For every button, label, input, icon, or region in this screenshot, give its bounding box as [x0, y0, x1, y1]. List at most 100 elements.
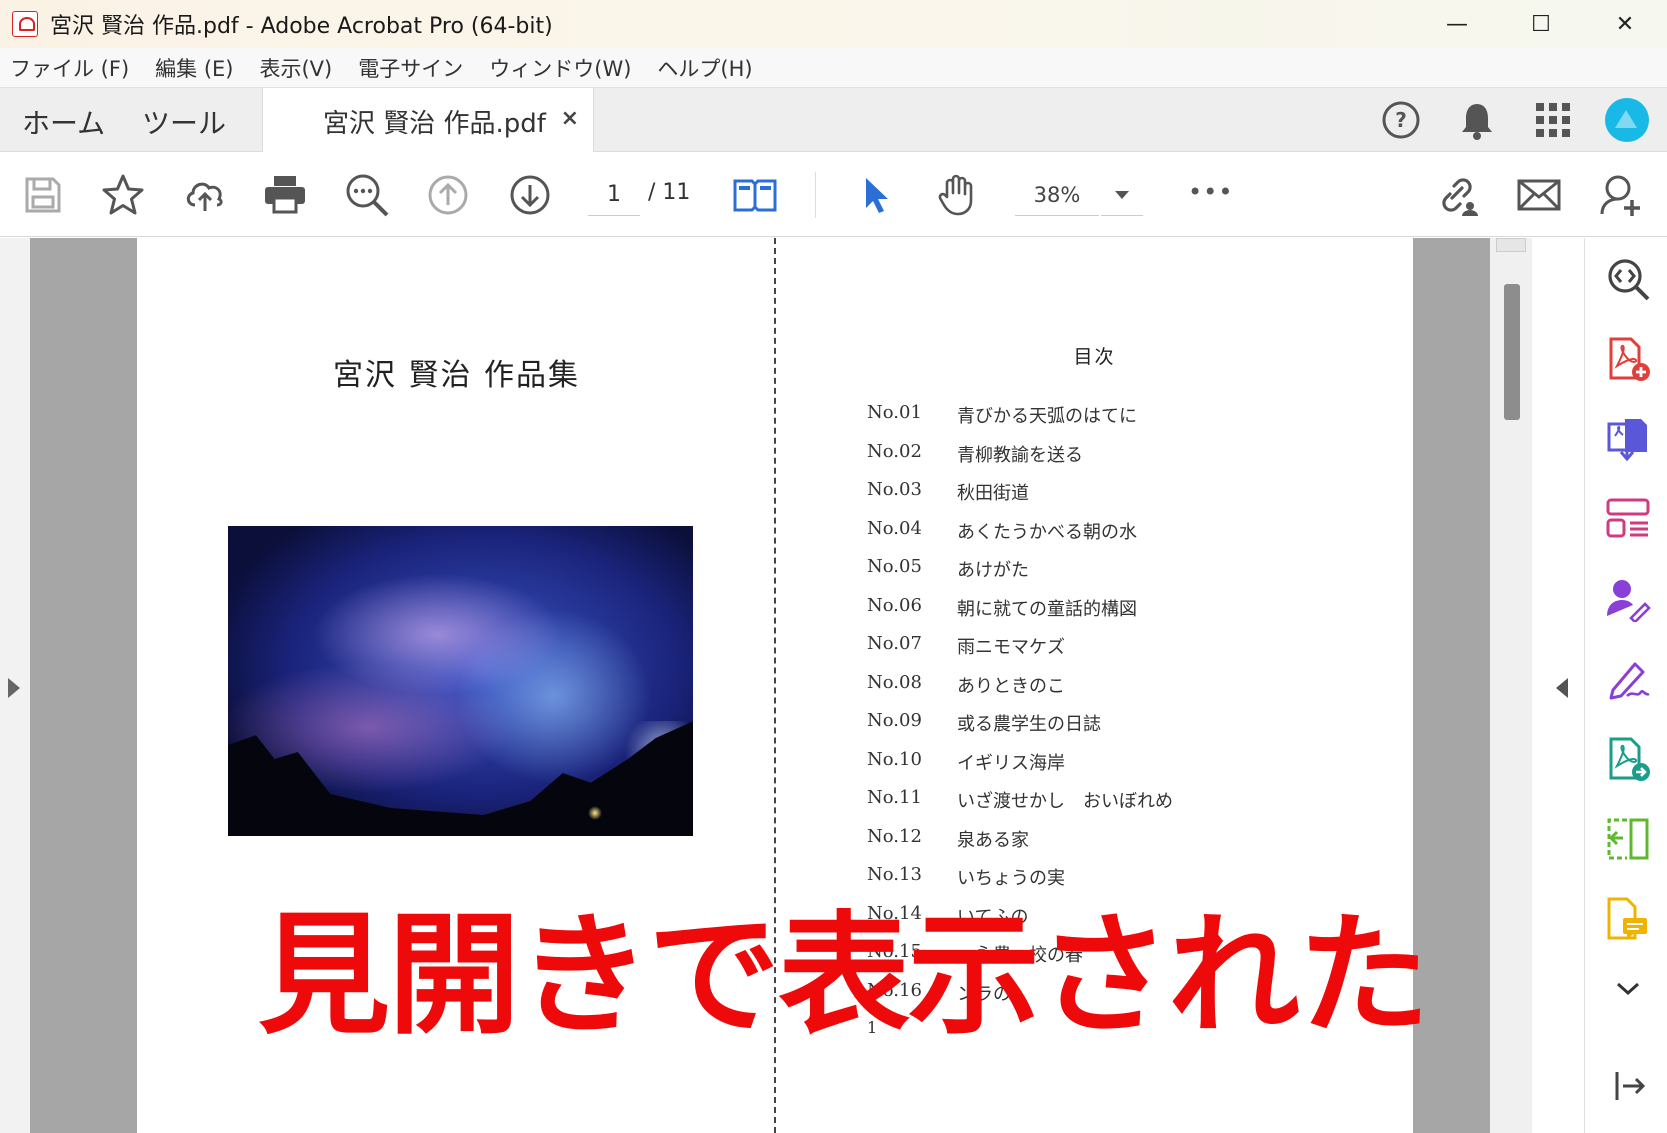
toc-row: No.05 あけがた	[867, 556, 1173, 595]
menu-help[interactable]: ヘルプ(H)	[657, 53, 752, 83]
star-icon[interactable]	[98, 170, 148, 220]
toc-title: 秋田街道	[957, 483, 1029, 504]
save-icon[interactable]	[18, 170, 68, 220]
toc-number: No.04	[867, 517, 922, 539]
compare-files-icon[interactable]	[1605, 816, 1651, 862]
next-page-icon[interactable]	[505, 170, 555, 220]
toc-number: No.03	[867, 479, 922, 500]
bell-icon[interactable]	[1453, 96, 1501, 144]
toc-number: No.06	[867, 594, 922, 616]
toolbar-separator	[815, 172, 816, 218]
expand-left-pane-icon[interactable]	[8, 678, 20, 698]
page-total: / 11	[648, 180, 691, 205]
maximize-button[interactable]: ☐	[1499, 0, 1583, 48]
right-tools-pane	[1584, 238, 1667, 1133]
close-tab-button[interactable]: ×	[561, 106, 579, 131]
cloud-upload-icon[interactable]	[180, 170, 230, 220]
toc-row: No.12 泉ある家	[867, 826, 1173, 865]
toc-title: 青柳教諭を送る	[957, 444, 1083, 466]
toc-row: No.01 青びかる天弧のはてに	[867, 402, 1173, 441]
apps-grid-icon[interactable]	[1529, 96, 1577, 144]
tab-home[interactable]: ホーム	[22, 102, 105, 142]
toc-number: No.11	[867, 787, 922, 808]
email-icon[interactable]	[1514, 170, 1564, 220]
toc-row: No.06 朝に就ての童話的構図	[867, 595, 1173, 634]
menu-esign[interactable]: 電子サイン	[358, 53, 463, 83]
toc-title: 朝に就ての童話的構図	[957, 598, 1137, 620]
scrollbar-thumb[interactable]	[1504, 284, 1520, 420]
toc-row: No.09 或る農学生の日誌	[867, 710, 1173, 749]
close-window-button[interactable]: ✕	[1583, 0, 1667, 48]
toc-row: No.08 ありときのこ	[867, 672, 1173, 711]
send-pdf-icon[interactable]	[1605, 736, 1651, 782]
export-pdf-icon[interactable]	[1605, 416, 1651, 462]
page-number-input[interactable]: 1	[588, 174, 640, 216]
left-nav-collapsed	[0, 238, 30, 1133]
create-pdf-icon[interactable]	[1605, 336, 1651, 382]
zoom-dropdown-icon[interactable]	[1101, 174, 1143, 216]
vertical-scrollbar[interactable]	[1490, 238, 1532, 1133]
toc-number: No.12	[867, 825, 922, 847]
toc-row: No.03 秋田街道	[867, 479, 1173, 518]
menu-view[interactable]: 表示(V)	[259, 53, 332, 83]
toc-number: No.07	[867, 633, 922, 654]
acrobat-pdf-icon	[12, 11, 38, 37]
window-title: 宮沢 賢治 作品.pdf - Adobe Acrobat Pro (64-bit…	[50, 14, 553, 39]
share-link-icon[interactable]	[1432, 170, 1482, 220]
toc-number: No.05	[867, 556, 922, 577]
toc-row: No.07 雨ニモマケズ	[867, 633, 1173, 672]
comment-icon[interactable]	[1605, 896, 1651, 942]
toc-title: あくたうかべる朝の水	[957, 521, 1137, 543]
toc-title: イギリス海岸	[957, 752, 1065, 774]
tab-document-label: 宮沢 賢治 作品.pdf	[323, 109, 546, 139]
organize-pages-icon[interactable]	[1605, 496, 1651, 542]
hand-tool-icon[interactable]	[932, 170, 982, 220]
two-page-view-icon[interactable]	[730, 170, 780, 220]
zoom-level-input[interactable]: 38%	[1015, 174, 1099, 216]
minimize-button[interactable]: —	[1415, 0, 1499, 48]
collapse-panel-icon[interactable]	[1605, 1066, 1651, 1112]
tab-document[interactable]: 宮沢 賢治 作品.pdf ×	[262, 88, 594, 152]
menu-file[interactable]: ファイル (F)	[10, 53, 129, 83]
request-signature-icon[interactable]	[1605, 576, 1651, 624]
menu-edit[interactable]: 編集 (E)	[155, 53, 233, 83]
svg-text:?: ?	[1395, 108, 1407, 132]
toc-title: 雨ニモマケズ	[957, 637, 1065, 658]
toc-number: No.02	[867, 440, 922, 462]
overlay-caption: 見開きで表示された	[258, 899, 1430, 1053]
zoom-search-icon[interactable]	[1605, 256, 1651, 302]
toc-number: No.10	[867, 748, 922, 770]
toc-row: No.13 いちょうの実	[867, 864, 1173, 903]
tab-tools[interactable]: ツール	[142, 102, 226, 142]
select-cursor-icon[interactable]	[852, 170, 902, 220]
toc-title: 泉ある家	[957, 829, 1029, 851]
fill-and-sign-icon[interactable]	[1605, 656, 1651, 702]
toc-number: No.13	[867, 864, 922, 885]
toc-title: ありときのこ	[957, 675, 1065, 697]
toc-row: No.02 青柳教諭を送る	[867, 441, 1173, 480]
scroll-up-button[interactable]	[1496, 238, 1526, 252]
document-title: 宮沢 賢治 作品集	[332, 358, 581, 393]
add-user-icon[interactable]	[1596, 170, 1646, 220]
toc-title: 或る農学生の日誌	[957, 714, 1101, 735]
toc-number: No.01	[867, 402, 922, 423]
starry-sky-photo	[228, 526, 693, 836]
user-avatar[interactable]	[1605, 98, 1649, 142]
toc-heading: 目次	[1073, 346, 1116, 368]
zoom-out-icon[interactable]	[342, 170, 392, 220]
chevron-down-icon[interactable]	[1605, 974, 1651, 1020]
toc-number: No.09	[867, 710, 922, 731]
toc-row: No.04 あくたうかべる朝の水	[867, 518, 1173, 557]
tab-bar: ホーム ツール 宮沢 賢治 作品.pdf × ?	[0, 88, 1667, 152]
toc-title: 青びかる天弧のはてに	[957, 406, 1137, 427]
menu-bar: ファイル (F) 編集 (E) 表示(V) 電子サイン ウィンドウ(W) ヘルプ…	[0, 48, 1667, 88]
print-icon[interactable]	[260, 170, 310, 220]
help-icon[interactable]: ?	[1377, 96, 1425, 144]
collapse-right-pane-icon[interactable]	[1556, 678, 1568, 698]
menu-window[interactable]: ウィンドウ(W)	[489, 53, 631, 83]
toolbar: 1 / 11 38% •••	[0, 152, 1667, 237]
toc-row: No.11 いざ渡せかし おいぼれめ	[867, 787, 1173, 826]
previous-page-icon[interactable]	[423, 170, 473, 220]
more-tools-button[interactable]: •••	[1188, 178, 1233, 206]
toc-number: No.08	[867, 671, 922, 693]
